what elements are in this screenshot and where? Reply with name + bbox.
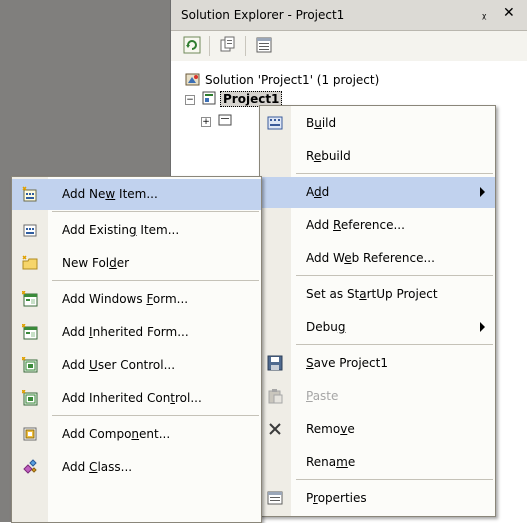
tree-item-solution[interactable]: Solution 'Project1' (1 project) [205, 73, 379, 87]
menu-item-label: Add Inherited Form... [62, 325, 189, 339]
panel-title: Solution Explorer - Project1 [181, 8, 345, 22]
menu-item-label: Properties [306, 491, 367, 505]
menu-separator [52, 211, 259, 212]
menu-item-rebuild[interactable]: Rebuild [260, 141, 495, 172]
menu-item-label: Rebuild [306, 149, 351, 163]
submenu-arrow-icon [480, 187, 485, 197]
menu-item-label: Add New Item... [62, 187, 158, 201]
panel-toolbar [171, 31, 527, 61]
menu-item-label: Add Component... [62, 427, 171, 441]
menu-item-add-windows-form[interactable]: Add Windows Form... [12, 284, 261, 315]
paste-icon [268, 389, 283, 404]
panel-title-bar: Solution Explorer - Project1 ᵪ ✕ [171, 0, 527, 31]
inherited-form-icon [22, 324, 38, 340]
component-icon [23, 427, 37, 441]
build-icon [267, 116, 283, 130]
menu-separator [52, 415, 259, 416]
menu-item-add-class[interactable]: Add Class... [12, 452, 261, 483]
menu-item-label: Remove [306, 422, 355, 436]
menu-item-properties[interactable]: Properties [260, 483, 495, 514]
menu-item-label: Add Web Reference... [306, 251, 435, 265]
add-submenu: Add New Item... Add Existing Item... New F… [11, 176, 262, 523]
menu-item-new-folder[interactable]: New Folder [12, 248, 261, 279]
submenu-arrow-icon [480, 322, 485, 332]
menu-item-label: Add User Control... [62, 358, 176, 372]
menu-item-rename[interactable]: Rename [260, 447, 495, 478]
menu-item-label: Add Existing Item... [62, 223, 180, 237]
menu-item-add-inherited-form[interactable]: Add Inherited Form... [12, 317, 261, 348]
properties-icon[interactable] [255, 36, 273, 54]
menu-separator [296, 344, 493, 345]
menu-item-add-component[interactable]: Add Component... [12, 419, 261, 450]
user-control-icon [22, 357, 38, 373]
new-item-icon [22, 186, 37, 202]
context-menu: Build Rebuild Add Add Reference... Add Web R… [259, 105, 496, 517]
toolbar-separator [245, 36, 246, 56]
new-folder-icon [22, 255, 38, 270]
inherited-control-icon [22, 390, 38, 406]
menu-separator [296, 173, 493, 174]
project-icon [202, 91, 216, 105]
menu-item-remove[interactable]: Remove [260, 414, 495, 445]
menu-item-label: Debug [306, 320, 346, 334]
solution-icon [185, 73, 200, 86]
menu-item-label: Add Inherited Control... [62, 391, 202, 405]
menu-item-label: Paste [306, 389, 339, 403]
menu-item-label: Set as StartUp Project [306, 287, 438, 301]
menu-item-label: New Folder [62, 256, 130, 270]
toolbar-separator [209, 36, 210, 56]
menu-item-set-as-startup-project[interactable]: Set as StartUp Project [260, 279, 495, 310]
menu-separator [296, 479, 493, 480]
refresh-icon[interactable] [183, 36, 201, 54]
menu-item-label: Add Reference... [306, 218, 405, 232]
menu-item-label: Add Windows Form... [62, 292, 189, 306]
menu-item-paste: Paste [260, 381, 495, 412]
menu-item-label: Build [306, 116, 337, 130]
expand-toggle-icon[interactable]: + [201, 117, 211, 127]
menu-item-label: Add [306, 185, 330, 199]
show-all-files-icon[interactable] [219, 36, 237, 54]
save-icon [267, 355, 283, 371]
windows-form-icon [22, 291, 38, 307]
class-icon [23, 459, 37, 474]
menu-item-label: Save Project1 [306, 356, 388, 370]
menu-item-debug[interactable]: Debug [260, 312, 495, 343]
references-icon [218, 114, 232, 126]
menu-item-add[interactable]: Add [260, 177, 495, 208]
close-icon[interactable]: ✕ [503, 5, 515, 21]
menu-item-save-project1[interactable]: Save Project1 [260, 348, 495, 379]
menu-separator [296, 275, 493, 276]
menu-item-label: Add Class... [62, 460, 133, 474]
delete-icon [269, 423, 281, 435]
menu-separator [52, 280, 259, 281]
menu-item-add-existing-item[interactable]: Add Existing Item... [12, 215, 261, 246]
menu-item-add-user-control[interactable]: Add User Control... [12, 350, 261, 381]
properties-icon [267, 491, 283, 505]
menu-item-add-reference[interactable]: Add Reference... [260, 210, 495, 241]
menu-item-label: Rename [306, 455, 356, 469]
existing-item-icon [23, 224, 37, 237]
menu-item-add-new-item[interactable]: Add New Item... [12, 179, 261, 210]
collapse-toggle-icon[interactable]: − [185, 95, 195, 105]
menu-item-build[interactable]: Build [260, 108, 495, 139]
menu-item-add-web-reference[interactable]: Add Web Reference... [260, 243, 495, 274]
pin-icon[interactable]: ᵪ [482, 7, 486, 21]
menu-item-add-inherited-control[interactable]: Add Inherited Control... [12, 383, 261, 414]
